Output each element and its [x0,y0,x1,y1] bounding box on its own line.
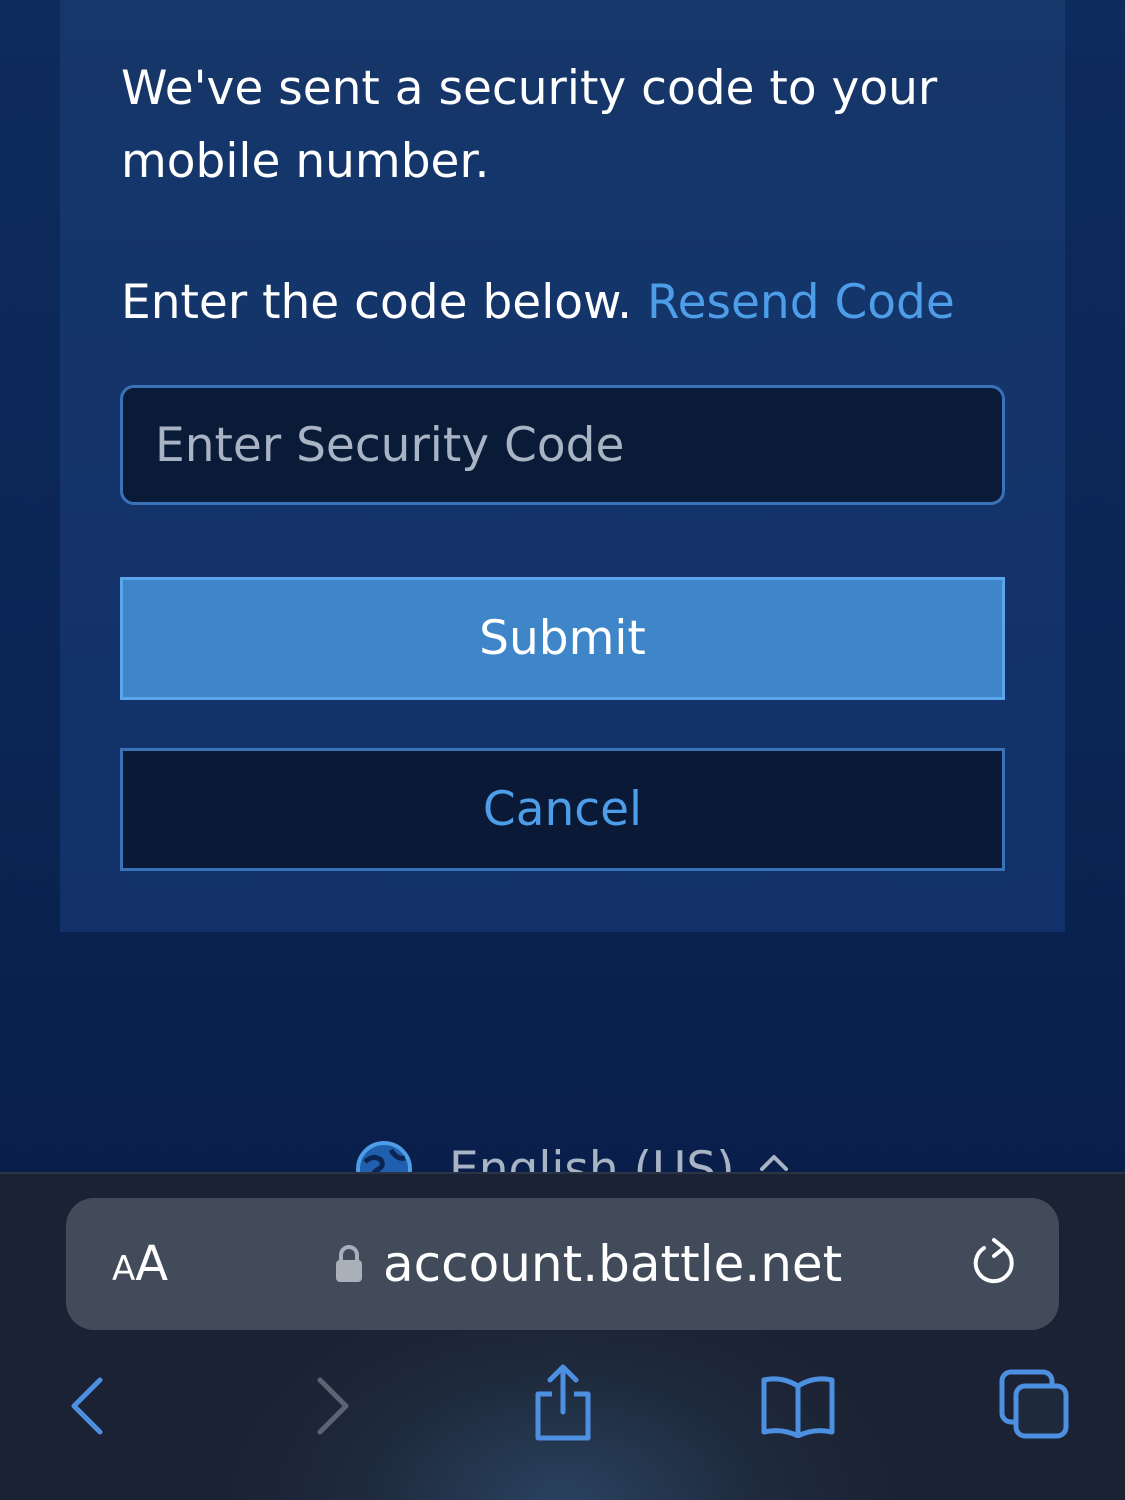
prompt-text: Enter the code below. [121,275,633,330]
cancel-button[interactable]: Cancel [120,748,1005,871]
url-text[interactable]: account.battle.net [383,1228,842,1300]
prompt-line: Enter the code below. Resend Code [121,268,955,338]
lock-icon [334,1244,364,1288]
reload-icon[interactable] [966,1236,1022,1296]
chevron-up-icon [759,1152,789,1172]
share-icon[interactable] [532,1364,594,1442]
browser-toolbar: AA account.battle.net [0,1172,1125,1500]
chevron-left-icon[interactable] [68,1376,108,1436]
chevron-right-icon[interactable] [312,1376,352,1436]
text-size-large-glyph: A [135,1236,169,1292]
text-size-button[interactable]: AA [112,1228,168,1305]
submit-button[interactable]: Submit [120,577,1005,700]
text-size-small-glyph: A [112,1249,136,1289]
resend-code-link[interactable]: Resend Code [647,275,955,330]
security-code-input[interactable] [120,385,1005,505]
address-bar[interactable]: AA account.battle.net [66,1198,1059,1330]
book-icon[interactable] [760,1374,836,1438]
intro-text: We've sent a security code to your mobil… [121,61,938,189]
tabs-icon[interactable] [998,1368,1072,1440]
